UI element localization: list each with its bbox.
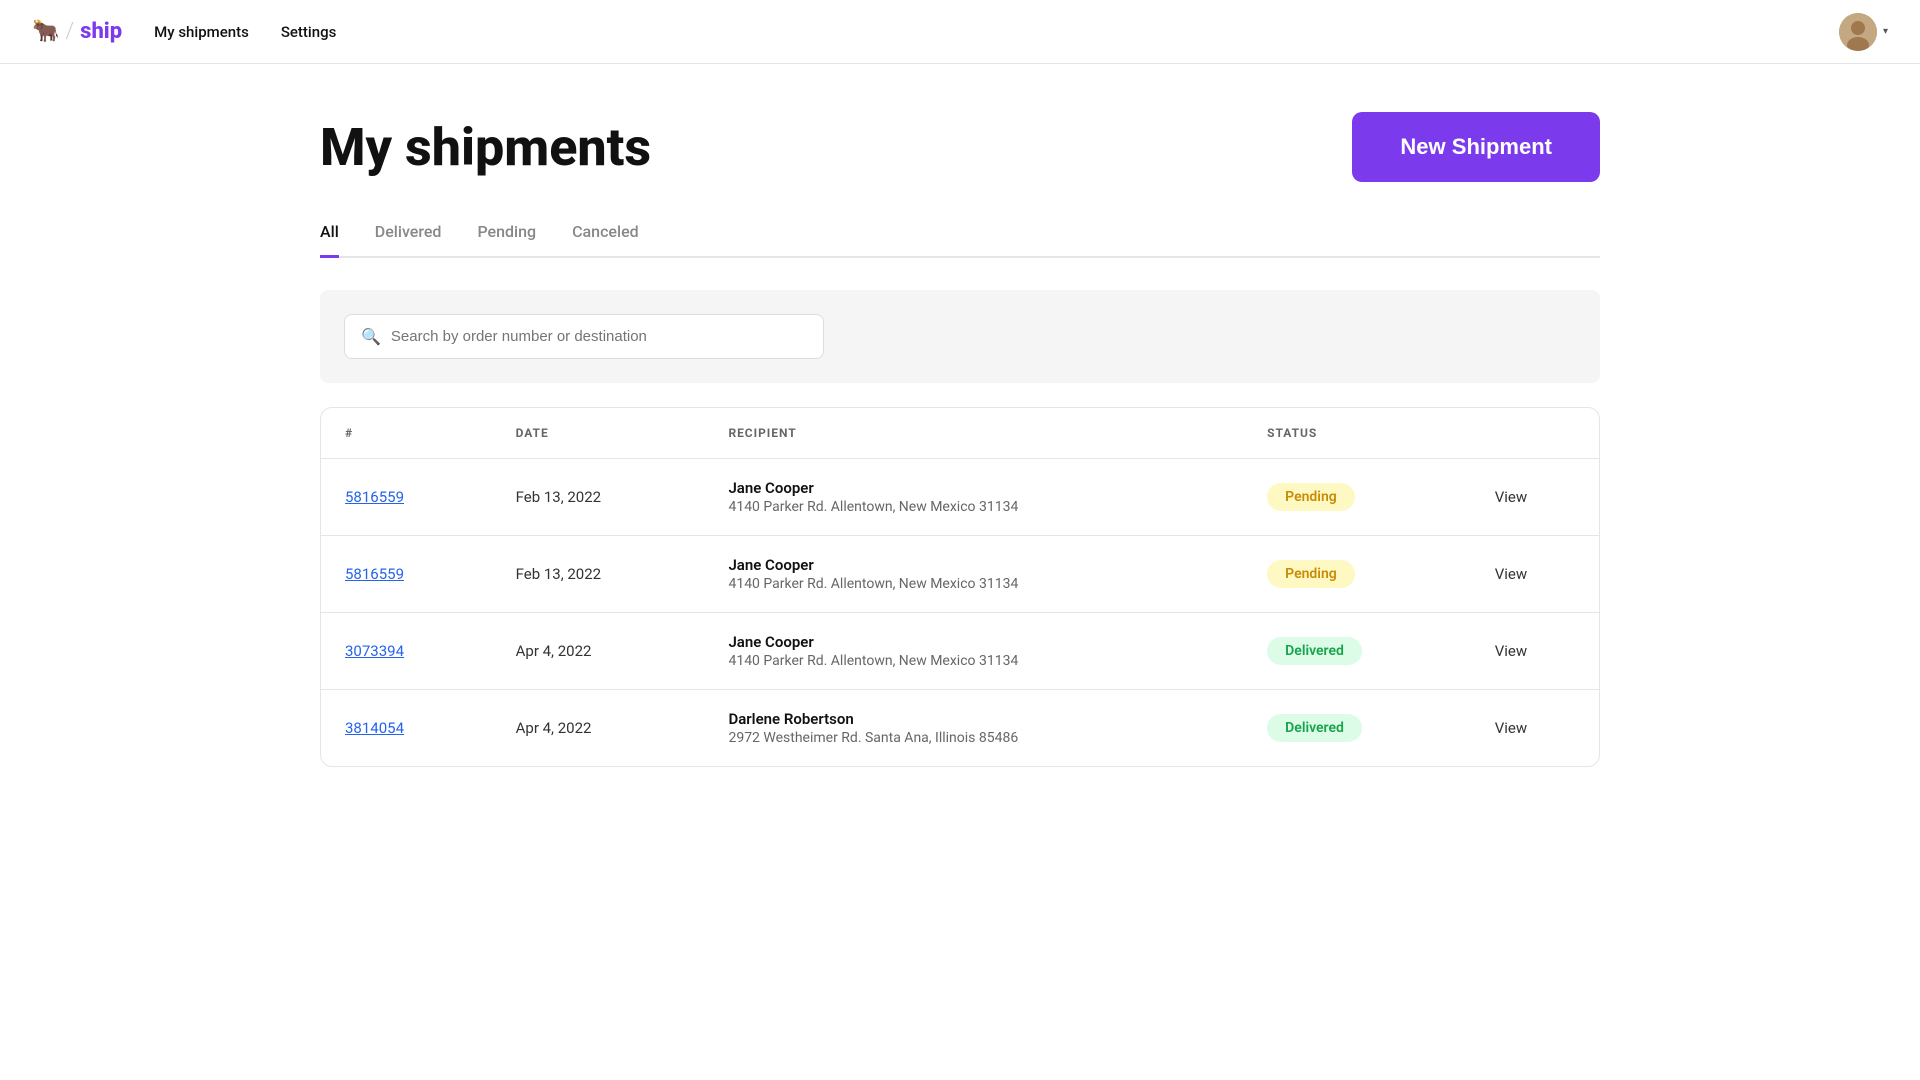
order-link-1[interactable]: 5816559 (345, 565, 404, 583)
col-date: DATE (492, 408, 705, 459)
recipient-name-3: Darlene Robertson (728, 710, 1219, 728)
new-shipment-button[interactable]: New Shipment (1352, 112, 1600, 182)
tabs: All Delivered Pending Canceled (320, 222, 1600, 258)
cell-action-0: View (1471, 459, 1599, 536)
table-row: 3073394 Apr 4, 2022 Jane Cooper 4140 Par… (321, 613, 1599, 690)
cell-recipient-3: Darlene Robertson 2972 Westheimer Rd. Sa… (704, 690, 1243, 767)
table-row: 5816559 Feb 13, 2022 Jane Cooper 4140 Pa… (321, 536, 1599, 613)
cell-status-0: Pending (1243, 459, 1471, 536)
search-area: 🔍 (320, 290, 1600, 383)
nav-links: My shipments Settings (154, 23, 1839, 41)
cell-recipient-0: Jane Cooper 4140 Parker Rd. Allentown, N… (704, 459, 1243, 536)
cell-number-3: 3814054 (321, 690, 492, 767)
cell-date-1: Feb 13, 2022 (492, 536, 705, 613)
order-link-3[interactable]: 3814054 (345, 719, 404, 737)
table-row: 3814054 Apr 4, 2022 Darlene Robertson 29… (321, 690, 1599, 767)
logo-slash: / (65, 19, 74, 44)
recipient-addr-3: 2972 Westheimer Rd. Santa Ana, Illinois … (728, 730, 1219, 746)
recipient-name-0: Jane Cooper (728, 479, 1219, 497)
cell-recipient-1: Jane Cooper 4140 Parker Rd. Allentown, N… (704, 536, 1243, 613)
view-link-3[interactable]: View (1495, 719, 1527, 737)
status-badge-1: Pending (1267, 560, 1355, 588)
avatar[interactable] (1839, 13, 1877, 51)
logo-bull: 🐂 (32, 19, 59, 44)
status-badge-0: Pending (1267, 483, 1355, 511)
search-box: 🔍 (344, 314, 824, 359)
page-header: My shipments New Shipment (320, 112, 1600, 182)
cell-number-0: 5816559 (321, 459, 492, 536)
search-input[interactable] (391, 328, 807, 345)
cell-status-1: Pending (1243, 536, 1471, 613)
recipient-addr-0: 4140 Parker Rd. Allentown, New Mexico 31… (728, 499, 1219, 515)
order-link-2[interactable]: 3073394 (345, 642, 404, 660)
cell-action-3: View (1471, 690, 1599, 767)
tab-pending[interactable]: Pending (477, 222, 536, 258)
main-content: My shipments New Shipment All Delivered … (260, 64, 1660, 815)
view-link-1[interactable]: View (1495, 565, 1527, 583)
navbar: 🐂 / ship My shipments Settings ▾ (0, 0, 1920, 64)
col-action (1471, 408, 1599, 459)
cell-action-2: View (1471, 613, 1599, 690)
logo[interactable]: 🐂 / ship (32, 19, 122, 44)
col-status: STATUS (1243, 408, 1471, 459)
status-badge-3: Delivered (1267, 714, 1362, 742)
nav-my-shipments[interactable]: My shipments (154, 23, 249, 41)
avatar-image (1839, 13, 1877, 51)
cell-status-3: Delivered (1243, 690, 1471, 767)
tab-all[interactable]: All (320, 222, 339, 258)
cell-number-2: 3073394 (321, 613, 492, 690)
recipient-name-2: Jane Cooper (728, 633, 1219, 651)
recipient-addr-1: 4140 Parker Rd. Allentown, New Mexico 31… (728, 576, 1219, 592)
dropdown-arrow-icon: ▾ (1883, 26, 1888, 37)
table-header-row: # DATE RECIPIENT STATUS (321, 408, 1599, 459)
shipments-table: # DATE RECIPIENT STATUS 5816559 Feb 13, … (320, 407, 1600, 767)
logo-name: ship (80, 19, 122, 44)
recipient-addr-2: 4140 Parker Rd. Allentown, New Mexico 31… (728, 653, 1219, 669)
cell-number-1: 5816559 (321, 536, 492, 613)
table-row: 5816559 Feb 13, 2022 Jane Cooper 4140 Pa… (321, 459, 1599, 536)
view-link-2[interactable]: View (1495, 642, 1527, 660)
cell-status-2: Delivered (1243, 613, 1471, 690)
order-link-0[interactable]: 5816559 (345, 488, 404, 506)
nav-settings[interactable]: Settings (281, 23, 337, 41)
page-title: My shipments (320, 117, 651, 178)
recipient-name-1: Jane Cooper (728, 556, 1219, 574)
tab-canceled[interactable]: Canceled (572, 222, 639, 258)
cell-date-2: Apr 4, 2022 (492, 613, 705, 690)
col-number: # (321, 408, 492, 459)
cell-recipient-2: Jane Cooper 4140 Parker Rd. Allentown, N… (704, 613, 1243, 690)
status-badge-2: Delivered (1267, 637, 1362, 665)
cell-date-3: Apr 4, 2022 (492, 690, 705, 767)
cell-date-0: Feb 13, 2022 (492, 459, 705, 536)
col-recipient: RECIPIENT (704, 408, 1243, 459)
search-icon: 🔍 (361, 327, 381, 346)
cell-action-1: View (1471, 536, 1599, 613)
tab-delivered[interactable]: Delivered (375, 222, 442, 258)
user-menu[interactable]: ▾ (1839, 13, 1888, 51)
view-link-0[interactable]: View (1495, 488, 1527, 506)
